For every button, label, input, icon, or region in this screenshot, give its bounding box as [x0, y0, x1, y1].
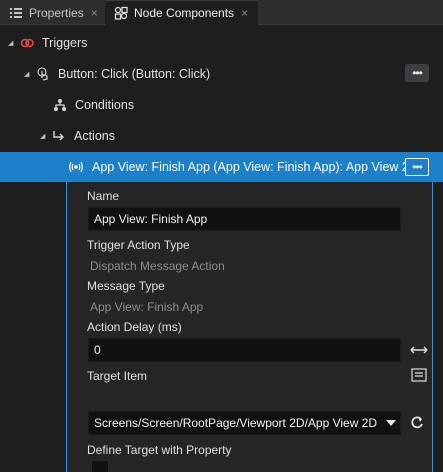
tree-item-label: Actions — [74, 128, 115, 143]
actions-icon — [53, 130, 64, 140]
message-type-label: Message Type — [87, 279, 165, 293]
close-icon[interactable]: × — [241, 6, 248, 20]
chevron-down-icon — [386, 420, 396, 426]
message-type-value: App View: Finish App — [90, 300, 204, 314]
list-icon — [10, 7, 22, 18]
more-options-button[interactable]: ••• — [405, 158, 429, 176]
tab-properties[interactable]: Properties × — [0, 0, 104, 25]
tree-item-finish-app-action[interactable]: App View: Finish App (App View: Finish A… — [0, 152, 443, 182]
tree-item-actions[interactable]: ◢ Actions — [0, 120, 443, 151]
target-item-value: Screens/Screen/RootPage/Viewport 2D/App … — [94, 416, 378, 430]
expand-arrow-icon[interactable]: ◢ — [24, 70, 32, 78]
tab-node-components-label: Node Components — [134, 5, 235, 20]
name-label: Name — [87, 189, 120, 203]
action-delay-label: Action Delay (ms) — [87, 320, 182, 334]
tree-item-label: Conditions — [75, 97, 135, 112]
action-properties: Name App View: Finish App Trigger Action… — [66, 182, 433, 472]
conditions-icon — [54, 98, 66, 111]
define-target-label: Define Target with Property — [87, 443, 232, 457]
tree-item-label: Triggers — [42, 35, 88, 50]
broadcast-icon — [69, 161, 83, 173]
tree-item-triggers[interactable]: ◢ Triggers — [0, 27, 443, 58]
tree-item-label: App View: Finish App (App View: Finish A… — [92, 160, 418, 174]
tab-node-components[interactable]: Node Components × — [105, 0, 258, 25]
define-target-checkbox[interactable] — [91, 460, 109, 472]
node-components-icon — [114, 6, 128, 20]
tree-item-conditions[interactable]: Conditions — [0, 89, 443, 120]
more-options-button[interactable]: ••• — [405, 64, 429, 82]
node-components-panel: ◢ Triggers ◢ Button: Click (Button: Clic… — [0, 25, 443, 472]
trigger-action-type-value: Dispatch Message Action — [90, 259, 225, 273]
tab-properties-label: Properties — [29, 5, 84, 20]
trigger-icon — [20, 38, 34, 47]
reset-icon[interactable] — [407, 414, 427, 432]
tree-item-label: Button: Click (Button: Click) — [58, 66, 211, 81]
pick-target-icon[interactable] — [409, 366, 429, 384]
hand-click-icon — [37, 66, 48, 81]
target-item-label: Target Item — [87, 369, 148, 383]
close-icon[interactable]: × — [91, 6, 98, 20]
drag-value-icon[interactable] — [409, 341, 429, 359]
name-field[interactable]: App View: Finish App — [88, 207, 401, 231]
expand-arrow-icon[interactable]: ◢ — [40, 132, 48, 140]
tree-item-button-click[interactable]: ◢ Button: Click (Button: Click) ••• — [0, 58, 443, 89]
action-delay-field[interactable]: 0 — [88, 338, 401, 362]
trigger-action-type-label: Trigger Action Type — [87, 238, 190, 252]
panel-tab-bar: Properties × Node Components × — [0, 0, 443, 25]
target-item-dropdown[interactable]: Screens/Screen/RootPage/Viewport 2D/App … — [88, 411, 401, 435]
expand-arrow-icon[interactable]: ◢ — [8, 39, 16, 47]
